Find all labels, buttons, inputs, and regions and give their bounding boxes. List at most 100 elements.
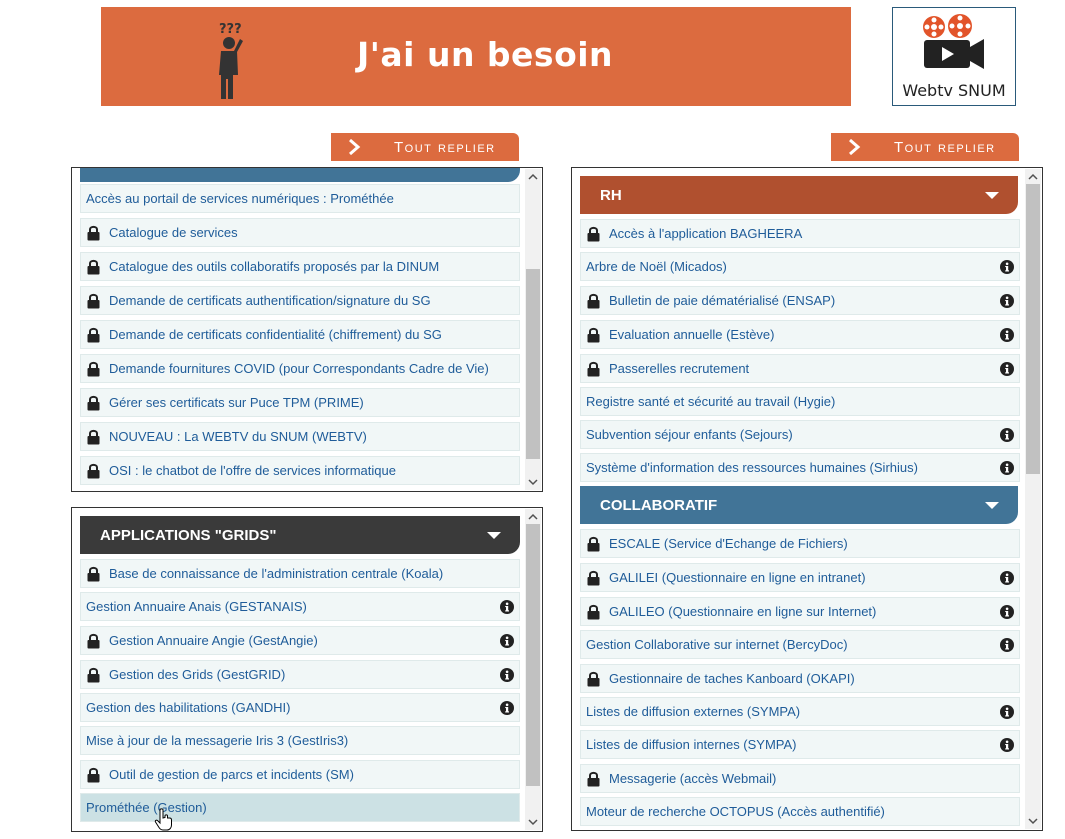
list-item[interactable]: Listes de diffusion externes (SYMPA) [580, 697, 1020, 726]
list-item-label: Gestion Annuaire Angie (GestAngie) [109, 633, 318, 648]
list-item[interactable]: OSI : le chatbot de l'offre de services … [80, 456, 520, 485]
applications-grids-panel[interactable]: APPLICATIONS "GRIDS" Base de connaissanc… [71, 507, 543, 832]
list-item-label: Gérer ses certificats sur Puce TPM (PRIM… [109, 395, 364, 410]
webtv-snum-link[interactable]: Webtv SNUM [892, 7, 1016, 106]
list-item[interactable]: Evaluation annuelle (Estève) [580, 320, 1020, 349]
list-item[interactable]: Registre santé et sécurité au travail (H… [580, 387, 1020, 416]
rh-header[interactable]: RH [580, 176, 1018, 214]
list-item-label: GALILEI (Questionnaire en ligne en intra… [609, 570, 866, 585]
banner-jai-un-besoin[interactable]: ??? J'ai un besoin [101, 7, 851, 106]
list-item-label: Mise à jour de la messagerie Iris 3 (Ges… [86, 733, 349, 748]
list-item[interactable]: Demande de certificats confidentialité (… [80, 320, 520, 349]
list-item-label: OSI : le chatbot de l'offre de services … [109, 463, 396, 478]
list-item-label: Subvention séjour enfants (Sejours) [586, 427, 793, 442]
tout-replier-label: Tout replier [894, 139, 996, 156]
list-item-label: Catalogue des outils collaboratifs propo… [109, 259, 440, 274]
list-item-label: Listes de diffusion externes (SYMPA) [586, 704, 801, 719]
scroll-up-icon[interactable] [528, 512, 538, 522]
list-item-label: Passerelles recrutement [609, 361, 750, 376]
list-item[interactable]: Gestion Annuaire Angie (GestAngie) [80, 626, 520, 655]
list-item[interactable]: Catalogue de services [80, 218, 520, 247]
list-item[interactable]: Demande de certificats authentification/… [80, 286, 520, 315]
list-item-label: Prométhée (Gestion) [86, 800, 207, 815]
lock-icon [587, 327, 600, 343]
caret-down-icon [985, 502, 999, 509]
list-item[interactable]: Moteur de recherche OCTOPUS (Accès authe… [580, 797, 1020, 826]
list-item[interactable]: Gestionnaire de taches Kanboard (OKAPI) [580, 664, 1020, 693]
list-item[interactable]: Subvention séjour enfants (Sejours) [580, 420, 1020, 449]
info-icon[interactable] [500, 600, 514, 614]
scrollbar-thumb[interactable] [1026, 184, 1040, 474]
scrollbar[interactable] [525, 169, 541, 490]
list-item[interactable]: Base de connaissance de l'administration… [80, 559, 520, 588]
scrollbar-thumb[interactable] [526, 524, 540, 786]
applications-grids-header[interactable]: APPLICATIONS "GRIDS" [80, 516, 520, 554]
lock-icon [587, 771, 600, 787]
lock-icon [587, 226, 600, 242]
list-item[interactable]: Accès à l'application BAGHEERA [580, 219, 1020, 248]
list-item[interactable]: ESCALE (Service d'Echange de Fichiers) [580, 529, 1020, 558]
list-item[interactable]: GALILEO (Questionnaire en ligne sur Inte… [580, 597, 1020, 626]
list-item[interactable]: NOUVEAU : La WEBTV du SNUM (WEBTV) [80, 422, 520, 451]
collaboratif-header[interactable]: COLLABORATIF [580, 486, 1018, 524]
list-item[interactable]: Bulletin de paie dématérialisé (ENSAP) [580, 286, 1020, 315]
chevron-right-icon [349, 139, 361, 155]
scrollbar-thumb[interactable] [526, 269, 540, 459]
lock-icon [587, 570, 600, 586]
list-item[interactable]: Gestion des habilitations (GANDHI) [80, 693, 520, 722]
info-icon[interactable] [1000, 605, 1014, 619]
list-item[interactable]: Arbre de Noël (Micados) [580, 252, 1020, 281]
info-icon[interactable] [1000, 328, 1014, 342]
list-item[interactable]: Gestion Collaborative sur internet (Berc… [580, 630, 1020, 659]
scrollbar[interactable] [1025, 169, 1041, 829]
caret-down-icon [985, 192, 999, 199]
scroll-down-icon[interactable] [528, 477, 538, 487]
services-panel[interactable]: Accès au portail de services numériques … [71, 167, 543, 492]
list-item-label: NOUVEAU : La WEBTV du SNUM (WEBTV) [109, 429, 367, 444]
list-item[interactable]: Système d'information des ressources hum… [580, 453, 1020, 482]
list-item[interactable]: Gestion des Grids (GestGRID) [80, 660, 520, 689]
tout-replier-right-button[interactable]: Tout replier [831, 133, 1019, 161]
info-icon[interactable] [1000, 638, 1014, 652]
lock-icon [87, 767, 100, 783]
list-item[interactable]: Messagerie (accès Webmail) [580, 764, 1020, 793]
info-icon[interactable] [1000, 362, 1014, 376]
scrollbar[interactable] [525, 509, 541, 830]
rh-collaboratif-panel[interactable]: RH COLLABORATIF Accès à l'application BA… [571, 167, 1043, 831]
tout-replier-left-button[interactable]: Tout replier [331, 133, 519, 161]
lock-icon [87, 429, 100, 445]
list-item-label: Listes de diffusion internes (SYMPA) [586, 737, 797, 752]
lock-icon [87, 463, 100, 479]
list-item[interactable]: Catalogue des outils collaboratifs propo… [80, 252, 520, 281]
info-icon[interactable] [1000, 738, 1014, 752]
list-item-label: Demande de certificats confidentialité (… [109, 327, 442, 342]
list-item[interactable]: Prométhée (Gestion) [80, 793, 520, 822]
list-item[interactable]: Gérer ses certificats sur Puce TPM (PRIM… [80, 388, 520, 417]
lock-icon [87, 633, 100, 649]
info-icon[interactable] [1000, 705, 1014, 719]
info-icon[interactable] [1000, 461, 1014, 475]
list-item[interactable]: Passerelles recrutement [580, 354, 1020, 383]
list-item[interactable]: GALILEI (Questionnaire en ligne en intra… [580, 563, 1020, 592]
info-icon[interactable] [500, 668, 514, 682]
list-item[interactable]: Accès au portail de services numériques … [80, 184, 520, 213]
info-icon[interactable] [500, 634, 514, 648]
scroll-down-icon[interactable] [1028, 816, 1038, 826]
scroll-up-icon[interactable] [528, 172, 538, 182]
lock-icon [587, 361, 600, 377]
info-icon[interactable] [1000, 428, 1014, 442]
info-icon[interactable] [1000, 260, 1014, 274]
scroll-down-icon[interactable] [528, 817, 538, 827]
list-item[interactable]: Outil de gestion de parcs et incidents (… [80, 760, 520, 789]
info-icon[interactable] [1000, 294, 1014, 308]
lock-icon [87, 293, 100, 309]
list-item[interactable]: Listes de diffusion internes (SYMPA) [580, 730, 1020, 759]
info-icon[interactable] [500, 701, 514, 715]
list-item[interactable]: Gestion Annuaire Anais (GESTANAIS) [80, 592, 520, 621]
list-item-label: Arbre de Noël (Micados) [586, 259, 727, 274]
scroll-up-icon[interactable] [1028, 172, 1038, 182]
info-icon[interactable] [1000, 571, 1014, 585]
list-item[interactable]: Mise à jour de la messagerie Iris 3 (Ges… [80, 726, 520, 755]
lock-icon [587, 671, 600, 687]
list-item[interactable]: Demande fournitures COVID (pour Correspo… [80, 354, 520, 383]
